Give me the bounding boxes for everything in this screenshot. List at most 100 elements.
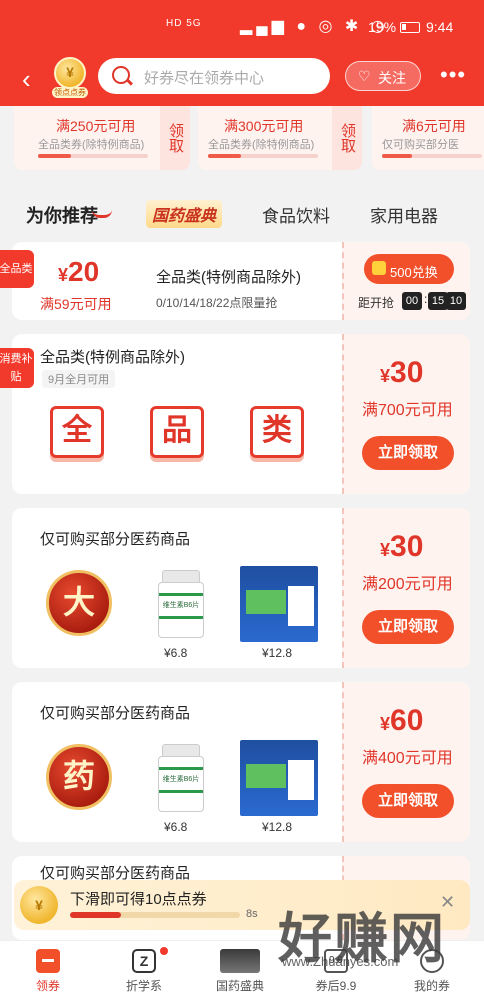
product-price: ¥12.8 bbox=[262, 646, 293, 660]
tab-appliances[interactable]: 家用电器 bbox=[370, 202, 438, 227]
char-tile: 品 bbox=[150, 406, 204, 458]
nav-label: 领券 bbox=[35, 979, 60, 993]
top-coupon-desc: 全品类券(除特例商品) bbox=[38, 139, 145, 151]
coupon-card-1[interactable]: ¥20 满59元可用 全品类(特例商品除外) 0/10/14/18/22点限量抢… bbox=[12, 242, 470, 320]
more-options-icon[interactable]: ••• bbox=[440, 62, 466, 88]
nav-label: 券后9.9 bbox=[315, 979, 357, 993]
top-coupon-condition: 满300元可用 bbox=[224, 118, 304, 134]
status-bar: HD 5G ▂▄▆ ● ◎ ✱ ◷ 19% 9:44 bbox=[0, 0, 484, 54]
scroll-reward-notice[interactable]: ¥ 下滑即可得10点点券 8s ✕ bbox=[14, 880, 470, 930]
coupon-card-2[interactable]: 全品类(特例商品除外) 9月全月可用 全 品 类 ¥30 满700元可用 立即领… bbox=[12, 334, 470, 494]
coupon-amount: ¥20 bbox=[58, 256, 100, 287]
top-coupon-progress bbox=[382, 154, 482, 158]
top-coupon-3[interactable]: 满6元可用 仅可购买部分医 bbox=[372, 106, 484, 170]
battery-percent: 19% bbox=[368, 19, 397, 35]
char-tile: 全 bbox=[50, 406, 104, 458]
notification-dot bbox=[160, 947, 168, 955]
vitamin-bottle-image: 维生素B6片 bbox=[156, 570, 206, 640]
tab-pharma-festival[interactable]: 国药盛典 bbox=[146, 200, 223, 228]
bottom-navigation: 领券 Z 折学系 国药盛典 9.9 券后9.9 我的券 bbox=[0, 940, 484, 1000]
nav-label: 我的券 bbox=[413, 979, 450, 993]
coupon-amount: ¥30 bbox=[380, 530, 424, 563]
coupon-action-panel: ¥60 满400元可用 立即领取 bbox=[342, 682, 470, 842]
coupon-title: 仅可购买部分医药商品 bbox=[40, 705, 191, 722]
z-icon: Z bbox=[132, 949, 156, 973]
product-price: ¥6.8 bbox=[164, 646, 188, 660]
price-99-icon: 9.9 bbox=[324, 949, 348, 973]
countdown-label: 距开抢 bbox=[358, 296, 395, 310]
coupon-title: 全品类(特例商品除外) bbox=[156, 269, 301, 286]
notice-seconds: 8s bbox=[246, 908, 258, 920]
nav-coupons[interactable]: 领券 bbox=[8, 941, 88, 1000]
vitamin-bottle-image: 维生素B6片 bbox=[156, 744, 206, 814]
coin-icon: ¥ bbox=[54, 57, 86, 89]
nav-zhexue[interactable]: Z 折学系 bbox=[104, 941, 184, 1000]
points-badge[interactable]: ¥ 领点点券 bbox=[52, 57, 88, 98]
redeem-button[interactable]: 500兑换 bbox=[364, 254, 454, 284]
top-coupon-claim-button[interactable]: 领取 bbox=[160, 106, 190, 170]
status-icons: ▂▄▆ ● ◎ ✱ ◷ bbox=[240, 18, 389, 35]
notice-text: 下滑即可得10点点券 bbox=[70, 891, 207, 908]
top-coupon-desc: 全品类券(除特例商品) bbox=[208, 139, 315, 151]
nav-my-coupons[interactable]: 我的券 bbox=[392, 941, 472, 1000]
medal-icon: 大 bbox=[46, 570, 112, 636]
top-coupon-condition: 满6元可用 bbox=[402, 118, 466, 134]
product-price: ¥12.8 bbox=[262, 820, 293, 834]
follow-button[interactable]: ♡ 关注 bbox=[345, 61, 421, 91]
top-coupon-1[interactable]: 满250元可用 全品类券(除特例商品) 领取 bbox=[14, 106, 190, 170]
search-input[interactable]: 好券尽在领券中心 bbox=[98, 58, 330, 94]
medicine-box-image bbox=[240, 740, 318, 816]
redeem-label: 500兑换 bbox=[390, 265, 438, 280]
header-bar: HD 5G ▂▄▆ ● ◎ ✱ ◷ 19% 9:44 ‹ ¥ 领点点券 好券尽在… bbox=[0, 0, 484, 106]
back-arrow-icon[interactable]: ‹ bbox=[22, 64, 31, 95]
coupon-title: 全品类(特例商品除外) bbox=[40, 349, 185, 366]
coupon-coin-icon bbox=[372, 261, 386, 275]
search-placeholder: 好券尽在领券中心 bbox=[144, 70, 265, 87]
my-coupons-icon bbox=[420, 949, 444, 973]
ticket-icon bbox=[36, 949, 60, 973]
tab-food-drink[interactable]: 食品饮料 bbox=[262, 202, 330, 227]
battery-icon bbox=[400, 22, 420, 33]
coupon-subtitle: 9月全月可用 bbox=[42, 370, 116, 388]
nav-after-coupon[interactable]: 9.9 券后9.9 bbox=[296, 941, 376, 1000]
heart-plus-icon: ♡ bbox=[358, 68, 371, 84]
top-coupon-desc: 仅可购买部分医 bbox=[382, 139, 459, 151]
coupon-card-4[interactable]: 仅可购买部分医药商品 药 维生素B6片 ¥6.8 ¥12.8 ¥60 满400元… bbox=[12, 682, 470, 842]
close-icon[interactable]: ✕ bbox=[440, 892, 455, 913]
coupon-action-panel: 500兑换 距开抢 00 : 15 : 10 bbox=[342, 242, 470, 320]
coupon-condition: 满400元可用 bbox=[362, 750, 453, 767]
top-coupon-progress bbox=[208, 154, 318, 158]
points-badge-label: 领点点券 bbox=[52, 87, 88, 98]
claim-button[interactable]: 立即领取 bbox=[362, 784, 454, 818]
search-icon bbox=[112, 66, 130, 84]
category-tabs: 为你推荐 食品饮料 家用电器 bbox=[0, 186, 484, 238]
coupon-subtitle: 0/10/14/18/22点限量抢 bbox=[156, 296, 278, 310]
follow-label: 关注 bbox=[378, 70, 406, 86]
char-tile: 类 bbox=[250, 406, 304, 458]
coupon-title: 仅可购买部分医药商品 bbox=[40, 531, 191, 548]
medal-icon: 药 bbox=[46, 744, 112, 810]
event-image-icon bbox=[220, 949, 260, 973]
coupon-tag-all: 全品类 bbox=[0, 250, 34, 288]
nav-pharma-festival[interactable]: 国药盛典 bbox=[200, 941, 280, 1000]
network-indicator: HD 5G bbox=[166, 18, 202, 29]
coupon-action-panel: ¥30 满700元可用 立即领取 bbox=[342, 334, 470, 494]
coupon-condition: 满700元可用 bbox=[362, 402, 453, 419]
coupon-condition: 满59元可用 bbox=[40, 296, 112, 312]
coupon-tag-subsidy: 消费补贴 bbox=[0, 348, 34, 388]
top-coupon-claim-button[interactable]: 领取 bbox=[332, 106, 362, 170]
top-coupon-strip: 满250元可用 全品类券(除特例商品) 领取 满300元可用 全品类券(除特例商… bbox=[0, 106, 484, 186]
countdown-seconds: 10 bbox=[446, 292, 466, 310]
coupon-condition: 满200元可用 bbox=[362, 576, 453, 593]
tab-recommend[interactable]: 为你推荐 bbox=[26, 202, 98, 228]
nav-label: 国药盛典 bbox=[215, 979, 264, 993]
top-coupon-progress bbox=[38, 154, 148, 158]
coupon-amount: ¥30 bbox=[380, 356, 424, 389]
coupon-amount: ¥60 bbox=[380, 704, 424, 737]
coupon-card-3[interactable]: 仅可购买部分医药商品 大 维生素B6片 ¥6.8 ¥12.8 ¥30 满200元… bbox=[12, 508, 470, 668]
claim-button[interactable]: 立即领取 bbox=[362, 436, 454, 470]
top-coupon-2[interactable]: 满300元可用 全品类券(除特例商品) 领取 bbox=[198, 106, 362, 170]
claim-button[interactable]: 立即领取 bbox=[362, 610, 454, 644]
product-price: ¥6.8 bbox=[164, 820, 188, 834]
medicine-box-image bbox=[240, 566, 318, 642]
